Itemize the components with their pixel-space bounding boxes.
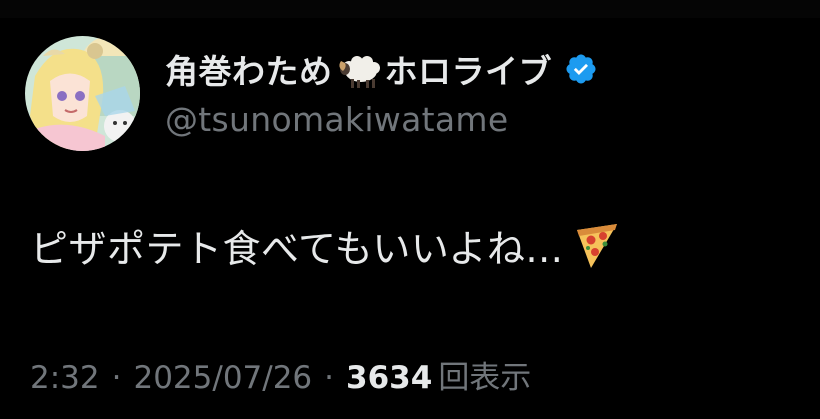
author-info: 角巻わため ホロライブ @tsunomakiwatame: [165, 40, 765, 139]
display-name[interactable]: 角巻わため: [165, 45, 333, 93]
tweet-text: ピザポテト食べてもいいよね...: [30, 218, 623, 273]
avatar-image: [25, 36, 140, 151]
meta-separator: ·: [324, 360, 335, 396]
avatar[interactable]: [25, 36, 140, 151]
top-bar: [0, 0, 820, 18]
tweet-time[interactable]: 2:32: [30, 360, 100, 396]
tweet-date[interactable]: 2025/07/26: [133, 360, 312, 396]
tweet-text-body: ピザポテト食べてもいいよね...: [30, 227, 564, 271]
name-row[interactable]: 角巻わため ホロライブ: [165, 40, 765, 98]
display-name-suffix[interactable]: ホロライブ: [385, 45, 553, 93]
views-label: 回表示: [438, 360, 532, 396]
tweet-card: 角巻わため ホロライブ @tsunomakiwatame ピザポテト食べてもいい…: [0, 0, 820, 419]
meta-separator: ·: [111, 360, 122, 396]
verified-icon[interactable]: [564, 52, 598, 86]
pizza-icon: [571, 220, 623, 272]
tweet-meta: 2:32 · 2025/07/26 · 3634 回表示: [30, 352, 531, 397]
views-count[interactable]: 3634: [346, 360, 432, 396]
sheep-icon: [337, 49, 383, 89]
user-handle[interactable]: @tsunomakiwatame: [165, 100, 765, 139]
